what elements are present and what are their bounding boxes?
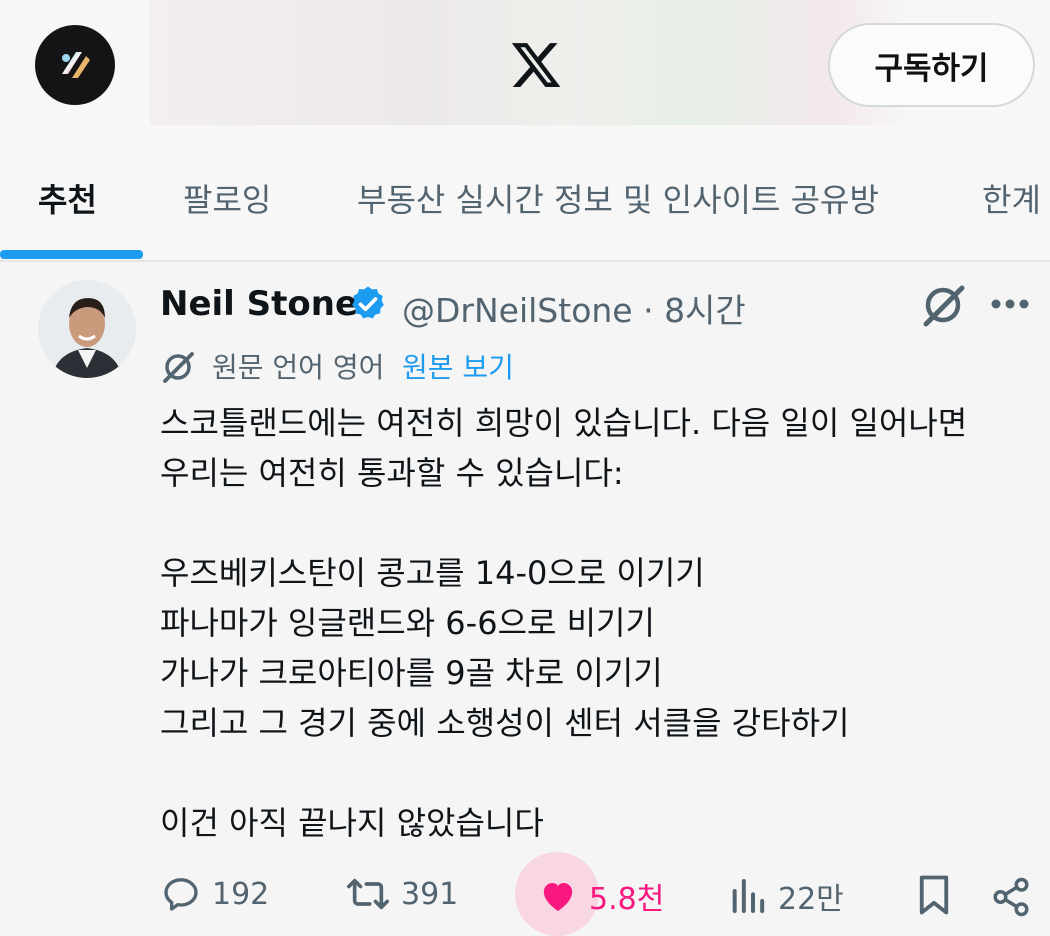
repost-button[interactable]: 391 [345,874,458,914]
show-original-link[interactable]: 원본 보기 [402,346,514,386]
reply-button[interactable]: 192 [160,874,269,914]
community-logo-icon [62,52,90,78]
tab-bar: 추천 팔로잉 부동산 실시간 정보 및 인사이트 공유방 한계 [0,150,1050,262]
verified-badge-icon[interactable] [348,284,388,324]
author-handle-and-time[interactable]: @DrNeilStone · 8시간 [402,284,746,332]
author-name[interactable]: Neil Stone [160,284,358,324]
translate-grok-icon [163,352,194,383]
author-photo [38,280,136,378]
like-count: 5.8천 [589,882,665,917]
translation-notice: 원문 언어 영어 [212,351,385,384]
reply-count: 192 [212,876,270,912]
views-count: 22만 [778,882,844,917]
post-text-line: 우즈베키스탄이 콩고를 14-0으로 이기기 [160,554,705,592]
like-button[interactable]: 5.8천 [537,874,664,918]
views-chart-icon [732,879,765,913]
repost-count: 391 [401,876,459,912]
x-logo-icon[interactable] [508,38,564,92]
top-bar: 구독하기 [0,0,1050,150]
post[interactable]: Neil Stone @DrNeilStone · 8시간 원문 언어 영어 원… [0,262,1050,936]
active-tab-indicator [0,250,143,259]
views-button[interactable]: 22만 [728,874,844,918]
tab-recommended[interactable]: 추천 [38,175,97,221]
post-text-line: 우리는 여전히 통과할 수 있습니다: [160,454,624,492]
post-text-line: 그리고 그 경기 중에 소행성이 센터 서클을 강타하기 [160,704,850,742]
reply-icon [164,878,198,911]
tab-real-estate-community[interactable]: 부동산 실시간 정보 및 인사이트 공유방 [357,175,879,221]
heart-icon [543,883,573,911]
community-avatar[interactable] [35,25,115,105]
post-text-line: 이건 아직 끝나지 않았습니다 [160,804,544,842]
share-icon[interactable] [990,876,1032,918]
post-text-line: 스코틀랜드에는 여전히 희망이 있습니다. 다음 일이 일어나면 [160,404,968,442]
repost-icon [347,878,389,910]
post-text-line: 가나가 크로아티아를 9골 차로 이기기 [160,654,663,692]
post-text-line [160,748,1030,798]
post-text-line [160,498,1030,548]
tab-following[interactable]: 팔로잉 [183,175,271,221]
tab-more[interactable]: 한계 [982,175,1041,221]
more-options-icon[interactable] [990,298,1030,310]
subscribe-button[interactable]: 구독하기 [828,23,1035,107]
bookmark-icon[interactable] [915,874,953,916]
author-avatar[interactable] [38,280,136,378]
post-text: 스코틀랜드에는 여전히 희망이 있습니다. 다음 일이 일어나면 우리는 여전히… [160,398,1030,848]
grok-icon[interactable] [918,282,968,328]
post-text-line: 파나마가 잉글랜드와 6-6으로 비기기 [160,604,655,642]
